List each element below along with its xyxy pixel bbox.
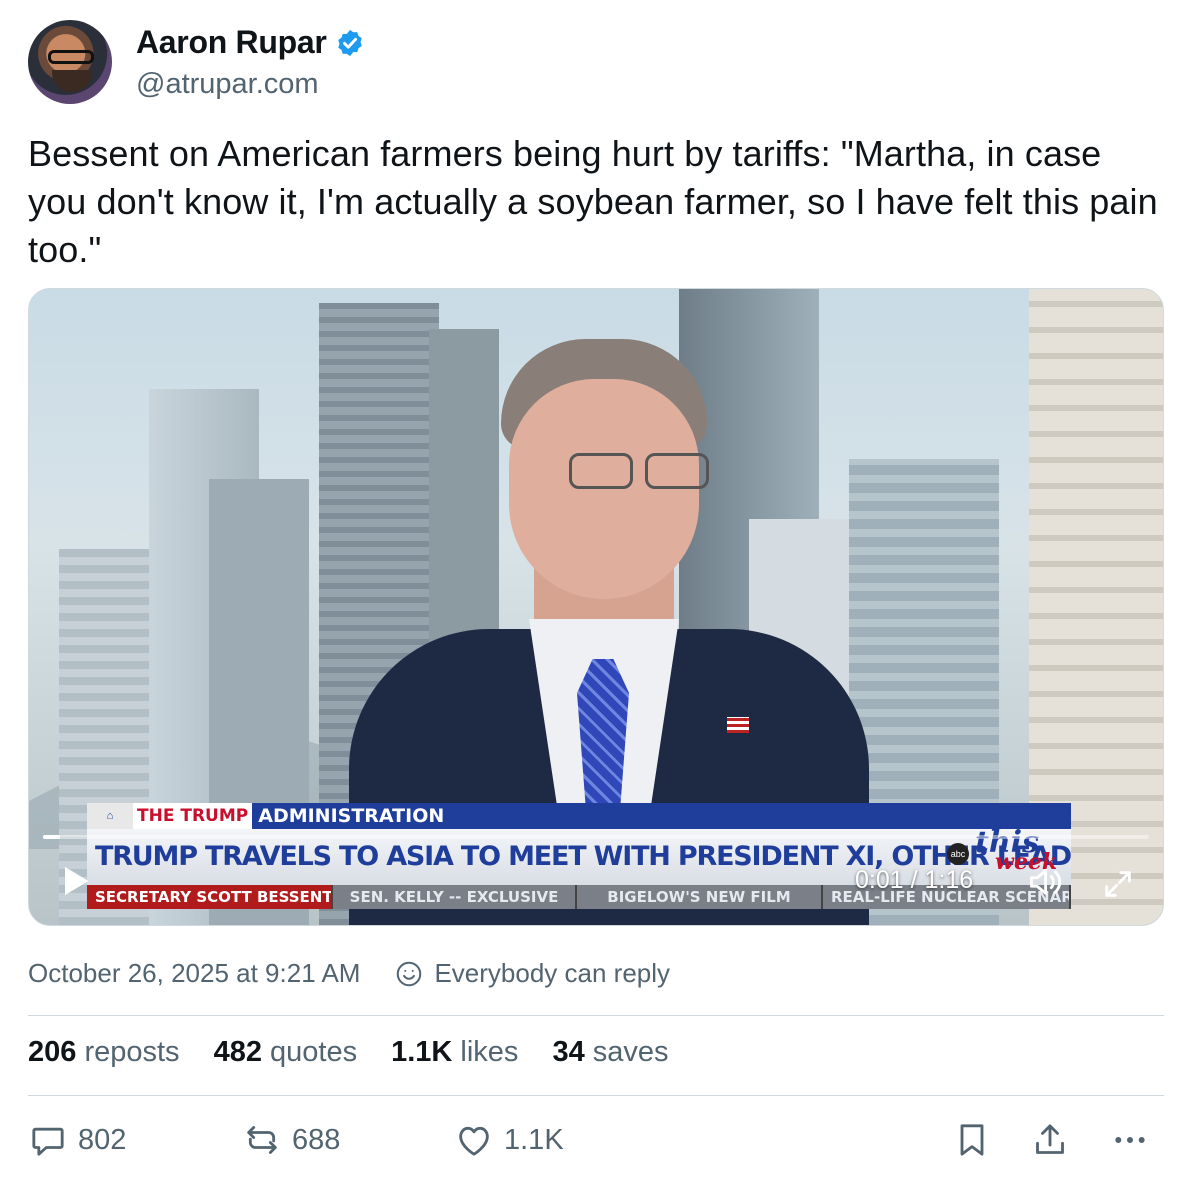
stat-label: likes: [460, 1036, 519, 1068]
flag-pin: [727, 717, 749, 733]
subject-glasses: [569, 453, 709, 489]
stat-label: reposts: [84, 1036, 180, 1068]
white-house-icon: ⌂: [87, 803, 133, 829]
ticker-item: BIGELOW'S NEW FILM: [577, 885, 823, 909]
chyron-the: THE TRUMP: [133, 803, 253, 829]
stat-number: 206: [28, 1036, 77, 1068]
post-text: Bessent on American farmers being hurt b…: [28, 133, 1158, 270]
video-progress-bar[interactable]: [43, 835, 1149, 839]
post-header: Aaron Rupar @atrupar.com: [28, 20, 1162, 104]
video-time: 0:01 / 1:16: [855, 866, 974, 894]
reply-icon: [32, 1127, 64, 1156]
chyron-admin: ADMINISTRATION: [258, 805, 445, 827]
bookmark-button[interactable]: [952, 1120, 992, 1160]
avatar[interactable]: [28, 20, 112, 104]
action-bar: 802 688 1.1K: [28, 1120, 1164, 1170]
stat-label: saves: [592, 1036, 669, 1068]
like-count: 1.1K: [504, 1123, 564, 1156]
avatar-beard: [52, 70, 92, 92]
stat-quotes[interactable]: 482 quotes: [214, 1036, 358, 1069]
reply-setting-icon: [397, 961, 422, 986]
avatar-glasses: [48, 50, 94, 64]
stat-reposts[interactable]: 206 reposts: [28, 1036, 180, 1069]
bookmark-icon: [960, 1124, 984, 1156]
stat-likes[interactable]: 1.1K likes: [391, 1036, 518, 1069]
verified-badge-icon: [337, 29, 362, 56]
volume-icon[interactable]: [1027, 865, 1067, 899]
play-icon[interactable]: [55, 861, 95, 901]
author-handle[interactable]: @atrupar.com: [136, 68, 319, 101]
subject-face: [509, 379, 699, 599]
ticker-item: SEN. KELLY -- EXCLUSIVE: [333, 885, 577, 909]
chyron-banner: ⌂ THE TRUMP ADMINISTRATION: [87, 803, 1071, 829]
share-icon: [1036, 1124, 1064, 1154]
reply-setting-label: Everybody can reply: [434, 958, 671, 988]
stat-number: 34: [552, 1036, 585, 1068]
like-button[interactable]: 1.1K: [454, 1120, 564, 1160]
reply-button[interactable]: 802: [28, 1120, 126, 1160]
post-timestamp[interactable]: October 26, 2025 at 9:21 AM: [28, 958, 360, 989]
more-button[interactable]: [1110, 1120, 1150, 1160]
stat-number: 482: [213, 1036, 262, 1068]
stat-saves[interactable]: 34 saves: [552, 1036, 668, 1069]
video-player[interactable]: ⌂ THE TRUMP ADMINISTRATION TRUMP TRAVELS…: [28, 288, 1164, 926]
repost-icon: [247, 1126, 277, 1154]
video-progress-fill: [43, 835, 60, 839]
post-meta: October 26, 2025 at 9:21 AM Everybody ca…: [28, 958, 670, 989]
post-stats: 206 reposts 482 quotes 1.1K likes 34 sav…: [28, 1036, 669, 1069]
share-button[interactable]: [1030, 1120, 1070, 1160]
author-name-row: Aaron Rupar: [136, 24, 365, 61]
stat-number: 1.1K: [391, 1036, 453, 1068]
author-name[interactable]: Aaron Rupar: [136, 24, 327, 61]
ticker-item: SECRETARY SCOTT BESSENT: [87, 885, 333, 909]
stat-label: quotes: [270, 1036, 358, 1068]
fullscreen-icon[interactable]: [1101, 867, 1135, 901]
repost-count: 688: [292, 1123, 341, 1156]
reply-count: 802: [78, 1123, 127, 1156]
like-icon: [459, 1126, 489, 1156]
repost-button[interactable]: 688: [242, 1120, 340, 1160]
chyron-trump-text: TRUMP: [180, 806, 249, 826]
divider: [28, 1095, 1164, 1096]
more-icon: [1115, 1137, 1145, 1143]
abc-logo: abc: [947, 843, 969, 865]
chyron-the-text: THE: [137, 806, 175, 826]
divider: [28, 1015, 1164, 1016]
